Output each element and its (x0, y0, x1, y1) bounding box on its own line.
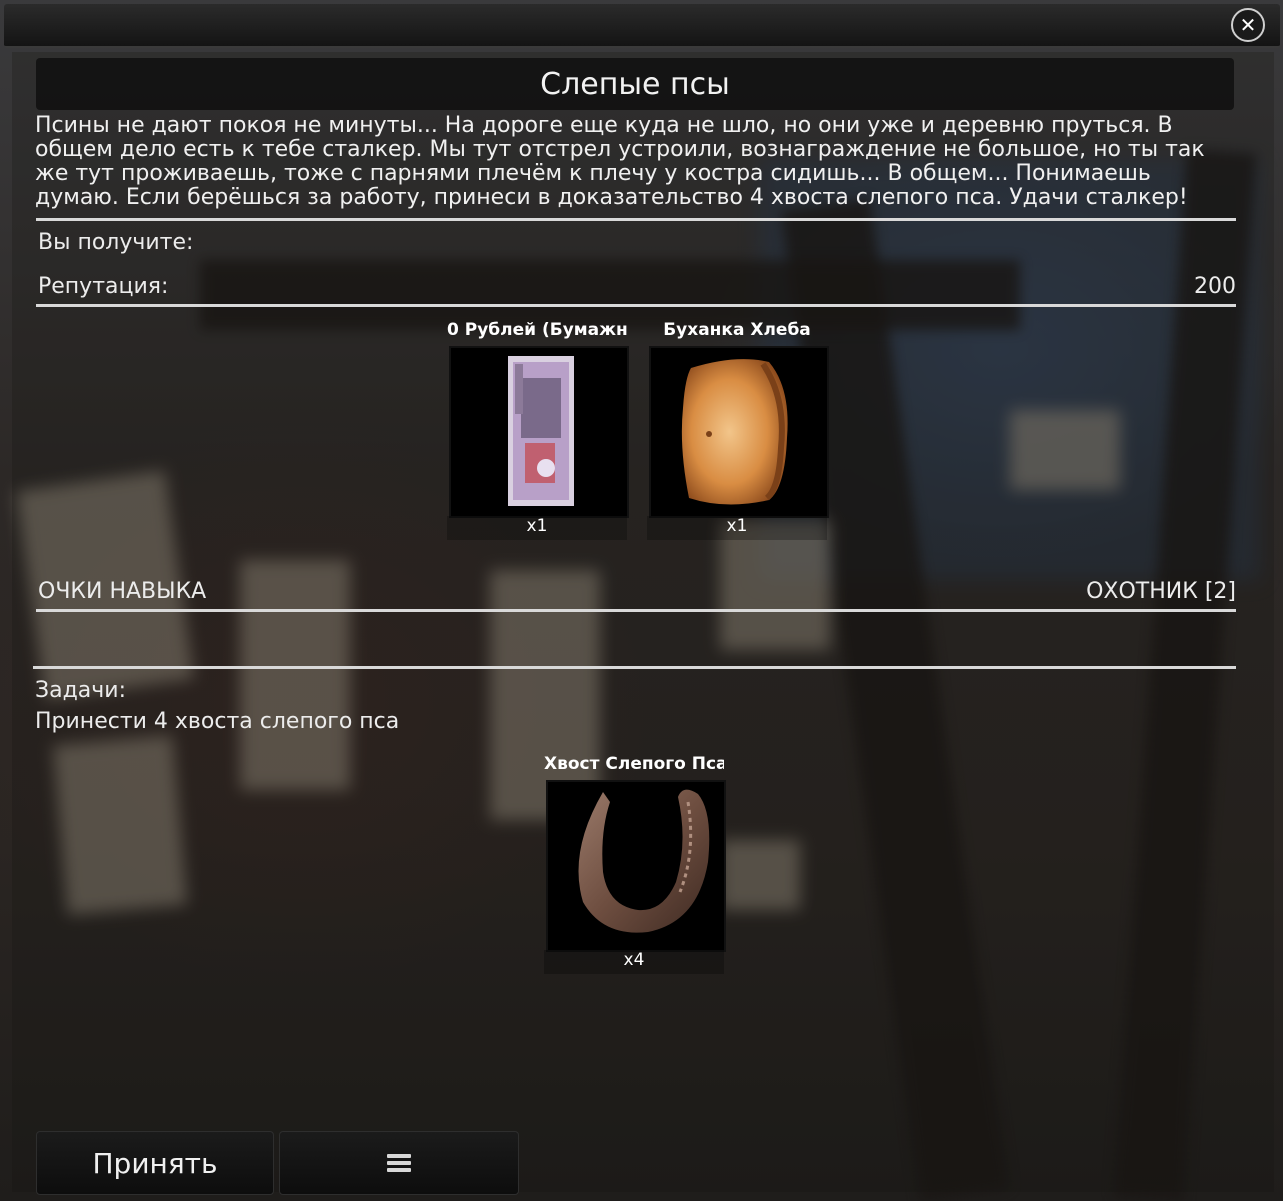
banknote-icon (508, 356, 574, 506)
rewards-heading: Вы получите: (38, 230, 194, 255)
item-name: Буханка Хлеба (663, 320, 811, 340)
item-slot (449, 346, 629, 518)
accept-button-label: Принять (92, 1146, 218, 1180)
quest-description: Псины не дают покоя не минуты... На доро… (35, 113, 1205, 210)
item-name: 0 Рублей (Бумажнь (447, 320, 627, 340)
item-count: x1 (647, 516, 827, 540)
skill-points-value: ОХОТНИК [2] (1086, 579, 1236, 604)
tasks-heading: Задачи: (35, 678, 126, 703)
reward-item[interactable]: 0 Рублей (Бумажнь x1 (447, 320, 629, 540)
close-button[interactable]: ✕ (1231, 8, 1265, 42)
reward-item[interactable]: Буханка Хлеба x1 (647, 320, 829, 540)
close-icon: ✕ (1239, 13, 1257, 37)
divider (33, 666, 1236, 669)
quest-panel (12, 52, 1274, 1192)
reputation-label: Репутация: (38, 274, 169, 299)
item-name: Хвост Слепого Пса (544, 754, 724, 774)
divider (36, 609, 1236, 612)
reputation-value: 200 (1194, 274, 1236, 299)
list-icon (387, 1154, 411, 1172)
item-count: x4 (544, 950, 724, 974)
item-slot (649, 346, 829, 518)
bread-icon (681, 359, 788, 505)
task-item[interactable]: Хвост Слепого Пса x4 (544, 754, 726, 974)
list-button[interactable] (279, 1131, 519, 1195)
accept-button[interactable]: Принять (36, 1131, 274, 1195)
item-count: x1 (447, 516, 627, 540)
divider (36, 304, 1236, 307)
item-slot (546, 780, 726, 952)
task-text: Принести 4 хвоста слепого пса (35, 709, 400, 734)
quest-title: Слепые псы (540, 66, 730, 102)
window-top-bar[interactable] (4, 4, 1280, 48)
skill-points-label: ОЧКИ НАВЫКА (38, 579, 207, 604)
quest-title-bar: Слепые псы (36, 58, 1234, 110)
divider (36, 218, 1236, 221)
dog-tail-icon (578, 789, 710, 933)
